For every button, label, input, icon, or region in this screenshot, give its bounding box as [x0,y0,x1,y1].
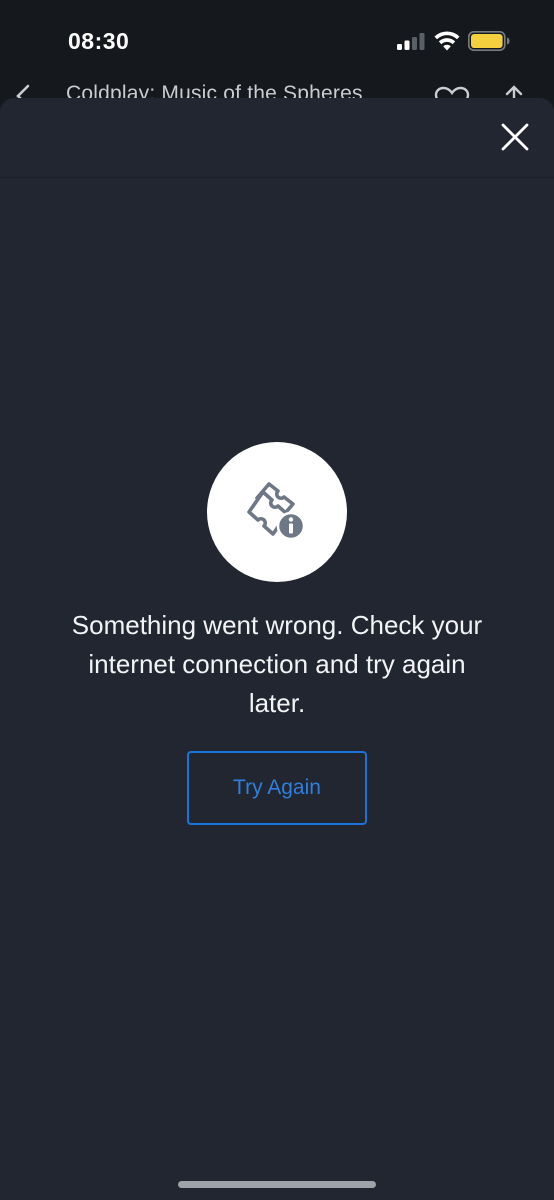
ticket-info-icon [247,482,306,541]
try-again-button[interactable]: Try Again [187,751,367,825]
wifi-icon [434,31,460,51]
battery-icon [468,31,510,51]
error-message: Something went wrong. Check your interne… [71,610,483,718]
home-indicator [178,1181,376,1188]
screen: 08:30 Coldplay: Music of the Spheres Som… [0,0,554,1200]
sheet-header [0,98,554,178]
status-time: 08:30 [68,28,130,54]
error-icon-circle [207,442,347,582]
status-bar: 08:30 [0,0,554,80]
error-block: Something went wrong. Check your interne… [0,442,554,825]
close-icon[interactable] [498,120,532,154]
cellular-signal-icon [397,33,425,50]
error-sheet: Something went wrong. Check your interne… [0,98,554,1200]
